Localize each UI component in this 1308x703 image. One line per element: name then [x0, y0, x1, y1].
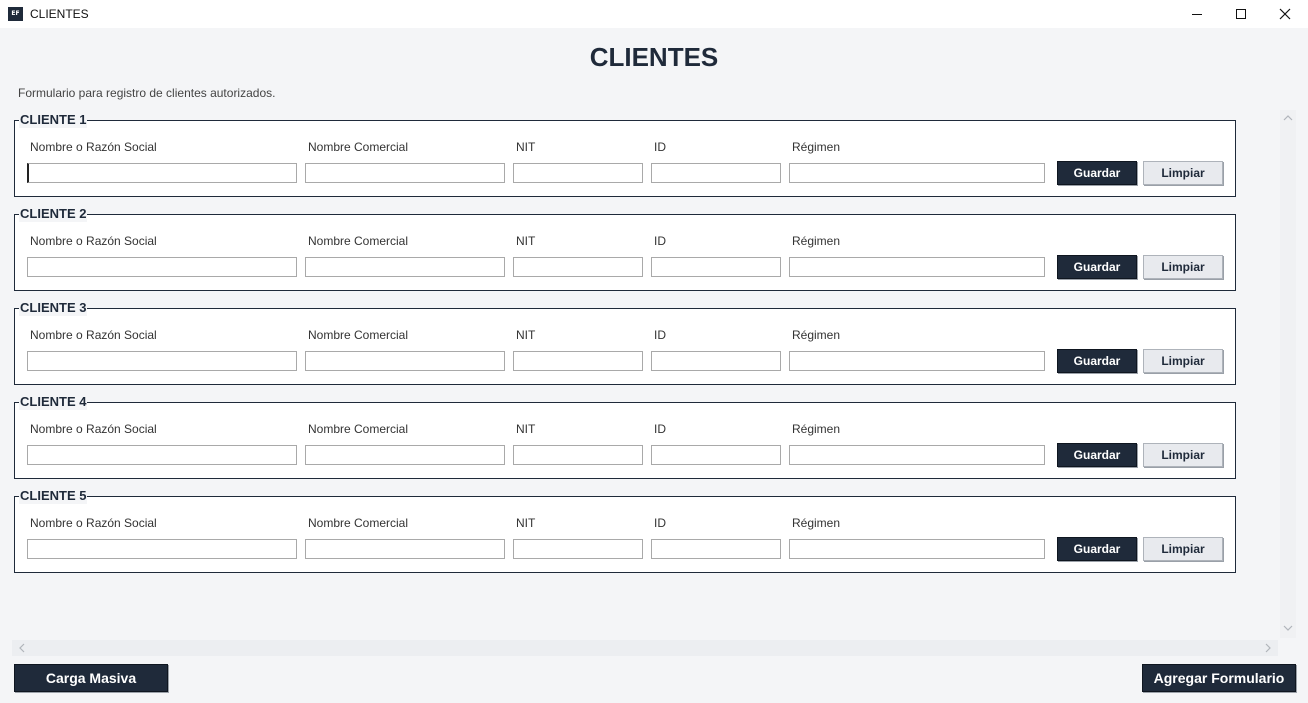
agregar-formulario-button[interactable]: Agregar Formulario: [1142, 664, 1296, 692]
label-nit: NIT: [516, 140, 536, 154]
regimen-input[interactable]: [789, 351, 1045, 371]
nombre-comercial-input[interactable]: [305, 445, 505, 465]
nombre-comercial-input[interactable]: [305, 163, 505, 183]
minimize-icon: [1192, 14, 1202, 15]
id-input[interactable]: [651, 539, 781, 559]
client-form-1: CLIENTE 1 Nombre o Razón Social Nombre C…: [14, 112, 1236, 197]
label-regimen: Régimen: [792, 516, 841, 530]
limpiar-button[interactable]: Limpiar: [1143, 349, 1223, 373]
clients-scroll-area[interactable]: CLIENTE 1 Nombre o Razón Social Nombre C…: [12, 110, 1236, 638]
label-razon-social: Nombre o Razón Social: [30, 328, 157, 342]
label-nombre-comercial: Nombre Comercial: [308, 328, 409, 342]
id-input[interactable]: [651, 163, 781, 183]
label-razon-social: Nombre o Razón Social: [30, 140, 157, 154]
guardar-button[interactable]: Guardar: [1057, 255, 1137, 279]
label-id: ID: [654, 140, 666, 154]
label-razon-social: Nombre o Razón Social: [30, 234, 157, 248]
maximize-icon: [1236, 9, 1246, 19]
chevron-down-icon[interactable]: [1283, 624, 1293, 632]
label-regimen: Régimen: [792, 422, 841, 436]
client-form-2: CLIENTE 2 Nombre o Razón Social Nombre C…: [14, 206, 1236, 291]
label-id: ID: [654, 234, 666, 248]
client-legend: CLIENTE 4: [19, 394, 88, 410]
chevron-up-icon[interactable]: [1283, 114, 1293, 122]
window-maximize-button[interactable]: [1218, 0, 1264, 28]
guardar-button[interactable]: Guardar: [1057, 443, 1137, 467]
id-input[interactable]: [651, 257, 781, 277]
razon-social-input[interactable]: [27, 351, 297, 371]
regimen-input[interactable]: [789, 163, 1045, 183]
nit-input[interactable]: [513, 257, 643, 277]
label-nombre-comercial: Nombre Comercial: [308, 516, 409, 530]
label-nit: NIT: [516, 516, 536, 530]
label-razon-social: Nombre o Razón Social: [30, 516, 157, 530]
horizontal-scrollbar[interactable]: [12, 640, 1278, 656]
guardar-button[interactable]: Guardar: [1057, 537, 1137, 561]
label-id: ID: [654, 328, 666, 342]
label-nit: NIT: [516, 234, 536, 248]
label-razon-social: Nombre o Razón Social: [30, 422, 157, 436]
window-title: CLIENTES: [30, 7, 89, 21]
label-nombre-comercial: Nombre Comercial: [308, 140, 409, 154]
id-input[interactable]: [651, 445, 781, 465]
client-legend: CLIENTE 1: [19, 112, 88, 128]
label-id: ID: [654, 516, 666, 530]
limpiar-button[interactable]: Limpiar: [1143, 161, 1223, 185]
vertical-scrollbar[interactable]: [1280, 110, 1296, 638]
limpiar-button[interactable]: Limpiar: [1143, 443, 1223, 467]
razon-social-input[interactable]: [27, 445, 297, 465]
close-icon: [1279, 8, 1291, 20]
label-nombre-comercial: Nombre Comercial: [308, 422, 409, 436]
carga-masiva-button[interactable]: Carga Masiva: [14, 664, 168, 692]
razon-social-input[interactable]: [27, 163, 297, 183]
client-legend: CLIENTE 2: [19, 206, 88, 222]
client-legend: CLIENTE 3: [19, 300, 88, 316]
razon-social-input[interactable]: [27, 539, 297, 559]
label-id: ID: [654, 422, 666, 436]
nombre-comercial-input[interactable]: [305, 351, 505, 371]
limpiar-button[interactable]: Limpiar: [1143, 537, 1223, 561]
page-title: CLIENTES: [589, 42, 719, 72]
nit-input[interactable]: [513, 539, 643, 559]
razon-social-input[interactable]: [27, 257, 297, 277]
regimen-input[interactable]: [789, 539, 1045, 559]
label-regimen: Régimen: [792, 140, 841, 154]
nit-input[interactable]: [513, 163, 643, 183]
nombre-comercial-input[interactable]: [305, 257, 505, 277]
client-legend: CLIENTE 5: [19, 488, 88, 504]
nit-input[interactable]: [513, 351, 643, 371]
nit-input[interactable]: [513, 445, 643, 465]
label-regimen: Régimen: [792, 328, 841, 342]
regimen-input[interactable]: [789, 445, 1045, 465]
id-input[interactable]: [651, 351, 781, 371]
chevron-left-icon[interactable]: [18, 643, 26, 653]
limpiar-button[interactable]: Limpiar: [1143, 255, 1223, 279]
client-form-3: CLIENTE 3 Nombre o Razón Social Nombre C…: [14, 300, 1236, 385]
app-logo-icon: EF: [8, 7, 23, 21]
label-regimen: Régimen: [792, 234, 841, 248]
label-nit: NIT: [516, 328, 536, 342]
chevron-right-icon[interactable]: [1264, 643, 1272, 653]
page-subtitle: Formulario para registro de clientes aut…: [18, 86, 276, 100]
window-close-button[interactable]: [1262, 0, 1308, 28]
window-minimize-button[interactable]: [1174, 0, 1220, 28]
client-form-5: CLIENTE 5 Nombre o Razón Social Nombre C…: [14, 488, 1236, 573]
regimen-input[interactable]: [789, 257, 1045, 277]
guardar-button[interactable]: Guardar: [1057, 349, 1137, 373]
label-nombre-comercial: Nombre Comercial: [308, 234, 409, 248]
guardar-button[interactable]: Guardar: [1057, 161, 1137, 185]
window-titlebar: EF CLIENTES: [0, 0, 1308, 28]
nombre-comercial-input[interactable]: [305, 539, 505, 559]
client-form-4: CLIENTE 4 Nombre o Razón Social Nombre C…: [14, 394, 1236, 479]
label-nit: NIT: [516, 422, 536, 436]
